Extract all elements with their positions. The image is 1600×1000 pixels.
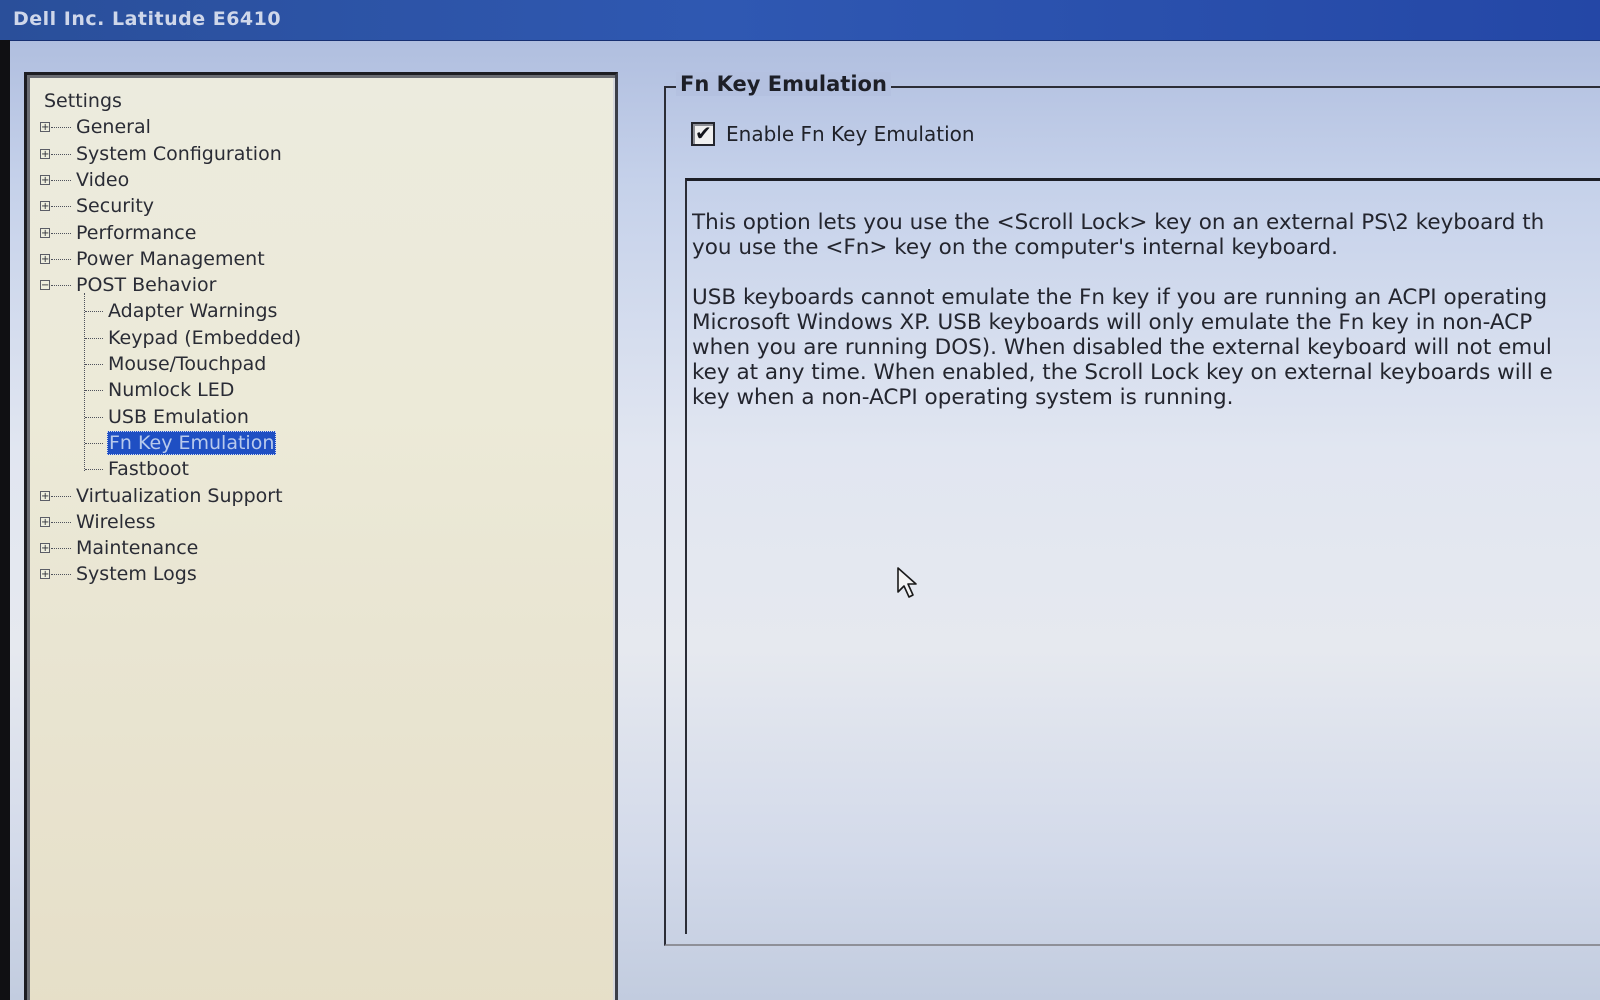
settings-tree: Settings General + System Configuration + Vid…	[27, 75, 615, 1000]
tree-connector	[85, 442, 103, 444]
mouse-pointer-icon	[897, 567, 917, 598]
plus-box-icon[interactable]: +	[40, 253, 50, 264]
tree-item-label: Security	[76, 195, 155, 218]
plus-box-icon[interactable]: +	[40, 227, 50, 238]
tree-item-performance[interactable]: Performance	[75, 221, 197, 245]
title-bar: Dell Inc. Latitude E6410	[0, 0, 1600, 41]
tree-connector	[51, 258, 71, 260]
tree-subitem-adapter-warnings[interactable]: Adapter Warnings	[107, 299, 278, 323]
tree-root-text: Settings	[44, 90, 122, 112]
tree-item-system-logs[interactable]: System Logs	[75, 562, 198, 586]
help-text-line: when you are running DOS). When disabled…	[692, 335, 1552, 360]
tree-item-label: System Logs	[76, 563, 197, 586]
tree-connector	[85, 364, 103, 365]
help-text-line: key at any time. When enabled, the Scrol…	[692, 360, 1553, 385]
plus-box-icon[interactable]: +	[40, 490, 50, 501]
tree-item-system-configuration[interactable]: System Configuration	[75, 142, 283, 166]
tree-subitem-mouse-touchpad[interactable]: Mouse/Touchpad	[107, 352, 267, 376]
tree-item-label: Maintenance	[76, 537, 199, 560]
plus-box-icon[interactable]: +	[40, 516, 50, 527]
tree-connector	[85, 416, 103, 418]
tree-item-label: General	[76, 116, 151, 139]
bios-setup-screen: Dell Inc. Latitude E6410 Settings General…	[0, 0, 1600, 1000]
enable-fn-key-emulation-label[interactable]: Enable Fn Key Emulation	[726, 122, 975, 146]
group-title: Fn Key Emulation	[676, 72, 891, 96]
tree-subitem-usb-emulation[interactable]: USB Emulation	[107, 405, 250, 429]
tree-subitem-label: USB Emulation	[108, 405, 249, 428]
help-text-line: key when a non-ACPI operating system is …	[692, 385, 1234, 410]
tree-subitem-label: Keypad (Embedded)	[108, 326, 302, 349]
help-text-line: This option lets you use the <Scroll Loc…	[692, 210, 1545, 235]
screen-bezel	[0, 40, 10, 1000]
tree-connector	[51, 232, 71, 234]
tree-item-general[interactable]: General	[75, 115, 152, 139]
tree-subitem-keypad-embedded[interactable]: Keypad (Embedded)	[107, 326, 302, 350]
tree-item-label: Wireless	[76, 510, 156, 533]
tree-item-video[interactable]: Video	[75, 168, 130, 192]
help-text-line: Microsoft Windows XP. USB keyboards will…	[692, 310, 1533, 335]
help-text: This option lets you use the <Scroll Loc…	[692, 210, 1600, 410]
tree-subitem-label: Mouse/Touchpad	[108, 353, 267, 375]
tree-subitem-label: Adapter Warnings	[108, 300, 278, 323]
tree-connector	[85, 337, 103, 339]
tree-connector	[85, 311, 103, 313]
tree-subitem-label: Numlock LED	[108, 379, 235, 402]
plus-box-icon[interactable]: +	[40, 174, 50, 185]
tree-item-power-management[interactable]: Power Management	[75, 247, 266, 271]
tree-connector	[85, 390, 103, 392]
help-text-line: USB keyboards cannot emulate the Fn key …	[692, 285, 1548, 310]
tree-subitem-fn-key-emulation[interactable]: Fn Key Emulation	[107, 430, 277, 455]
tree-item-label: POST Behavior	[76, 274, 217, 297]
tree-subitem-numlock-led[interactable]: Numlock LED	[107, 378, 235, 402]
plus-box-icon[interactable]: +	[40, 148, 50, 159]
tree-connector	[84, 293, 85, 472]
tree-connector	[51, 548, 71, 550]
help-text-line: you use the <Fn> key on the computer's i…	[692, 235, 1338, 260]
tree-item-label: System Configuration	[76, 142, 282, 165]
tree-connector	[51, 206, 71, 208]
help-text-spacer	[692, 260, 1600, 285]
tree-item-security[interactable]: Security	[75, 194, 155, 218]
tree-subitem-fastboot[interactable]: Fastboot	[107, 457, 190, 481]
window-title: Dell Inc. Latitude E6410	[13, 8, 282, 30]
tree-item-wireless[interactable]: Wireless	[75, 510, 157, 534]
plus-box-icon[interactable]: +	[40, 543, 50, 554]
settings-tree-panel: Settings General + System Configuration + Vid…	[24, 72, 618, 1000]
tree-item-label: Virtualization Support	[76, 484, 283, 507]
tree-item-maintenance[interactable]: Maintenance	[75, 536, 199, 560]
plus-box-icon[interactable]: +	[40, 569, 50, 580]
tree-connector	[51, 521, 71, 523]
tree-connector	[51, 179, 71, 181]
tree-subitem-label: Fastboot	[108, 458, 189, 481]
tree-connector	[51, 574, 71, 576]
tree-item-label: Performance	[76, 221, 197, 244]
tree-item-label: Power Management	[76, 247, 265, 270]
tree-selected-item-label: Fn Key Emulation	[107, 430, 277, 455]
checkmark-icon: ✔	[695, 121, 712, 145]
tree-item-virtualization-support[interactable]: Virtualization Support	[75, 484, 284, 508]
tree-connector	[51, 127, 71, 129]
plus-box-icon[interactable]: +	[40, 201, 50, 212]
tree-connector	[51, 153, 71, 155]
tree-root-label: Settings	[43, 89, 123, 113]
plus-box-icon[interactable]: +	[40, 122, 50, 133]
tree-item-post-behavior[interactable]: POST Behavior	[75, 273, 218, 297]
enable-fn-key-emulation-checkbox[interactable]: ✔	[691, 121, 715, 146]
minus-box-icon[interactable]: −	[40, 280, 50, 291]
tree-item-label: Video	[76, 168, 130, 191]
tree-connector	[51, 285, 71, 287]
tree-connector	[51, 495, 71, 497]
tree-connector	[85, 469, 103, 471]
